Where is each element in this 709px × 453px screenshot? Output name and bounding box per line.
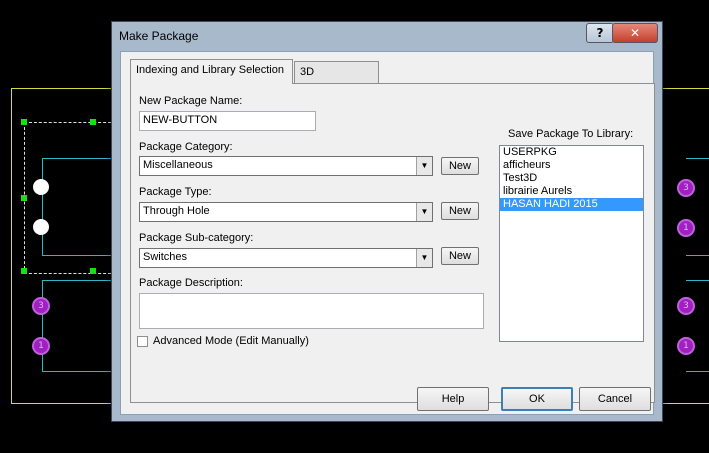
cancel-button[interactable]: Cancel <box>579 387 651 411</box>
package-type-value: Through Hole <box>143 205 210 217</box>
package-category-select[interactable]: Miscellaneous ▼ <box>139 156 433 176</box>
new-category-button[interactable]: New <box>441 157 479 175</box>
list-item[interactable]: afficheurs <box>500 159 643 172</box>
trace-right-bottom <box>686 280 709 372</box>
selection-handle[interactable] <box>90 268 96 274</box>
library-listbox[interactable]: USERPKG afficheurs Test3D librairie Aure… <box>499 145 644 342</box>
new-subcategory-button[interactable]: New <box>441 247 479 265</box>
chevron-down-icon[interactable]: ▼ <box>416 203 432 221</box>
pad-white[interactable] <box>33 219 49 235</box>
package-type-label: Package Type: <box>139 186 212 198</box>
help-title-button[interactable]: ? <box>586 23 614 43</box>
selection-handle[interactable] <box>21 119 27 125</box>
title-bar[interactable]: Make Package ? ✕ <box>112 22 662 50</box>
list-item[interactable]: USERPKG <box>500 146 643 159</box>
selection-handle[interactable] <box>90 119 96 125</box>
package-name-input[interactable]: NEW-BUTTON <box>139 111 316 131</box>
selection-handle[interactable] <box>21 195 27 201</box>
package-name-label: New Package Name: <box>139 95 243 107</box>
help-button[interactable]: Help <box>417 387 489 411</box>
close-button[interactable]: ✕ <box>612 23 658 43</box>
pad-magenta[interactable]: 3 <box>677 179 695 197</box>
package-description-label: Package Description: <box>139 277 243 289</box>
package-subcategory-select[interactable]: Switches ▼ <box>139 248 433 268</box>
dialog-title: Make Package <box>119 29 199 43</box>
trace-right-top <box>686 158 709 256</box>
tab-3d-visualization[interactable]: 3D Visualization <box>294 61 379 99</box>
library-label: Save Package To Library: <box>508 128 634 140</box>
pad-magenta[interactable]: 3 <box>677 297 695 315</box>
chevron-down-icon[interactable]: ▼ <box>416 157 432 175</box>
pad-magenta[interactable]: 1 <box>32 337 50 355</box>
package-category-value: Miscellaneous <box>143 159 213 171</box>
list-item[interactable]: Test3D <box>500 172 643 185</box>
selection-handle[interactable] <box>21 268 27 274</box>
package-subcategory-label: Package Sub-category: <box>139 232 254 244</box>
package-description-input[interactable] <box>139 293 484 329</box>
package-type-select[interactable]: Through Hole ▼ <box>139 202 433 222</box>
tab-panel: New Package Name: NEW-BUTTON Package Cat… <box>130 83 655 403</box>
list-item[interactable]: librairie Aurels <box>500 185 643 198</box>
list-item-selected[interactable]: HASAN HADI 2015 <box>500 198 643 211</box>
package-subcategory-value: Switches <box>143 251 188 263</box>
package-category-label: Package Category: <box>139 141 233 153</box>
dialog-client: Indexing and Library Selection 3D Visual… <box>120 51 655 415</box>
ok-button[interactable]: OK <box>501 387 573 411</box>
advanced-mode-label[interactable]: Advanced Mode (Edit Manually) <box>153 335 309 347</box>
tab-indexing-library[interactable]: Indexing and Library Selection <box>130 59 293 84</box>
pad-white[interactable] <box>33 179 49 195</box>
pad-magenta[interactable]: 1 <box>677 219 695 237</box>
pad-magenta[interactable]: 1 <box>677 337 695 355</box>
pad-magenta[interactable]: 3 <box>32 297 50 315</box>
chevron-down-icon[interactable]: ▼ <box>416 249 432 267</box>
make-package-dialog: Make Package ? ✕ Indexing and Library Se… <box>111 21 663 422</box>
advanced-mode-checkbox[interactable] <box>137 336 148 347</box>
new-type-button[interactable]: New <box>441 202 479 220</box>
